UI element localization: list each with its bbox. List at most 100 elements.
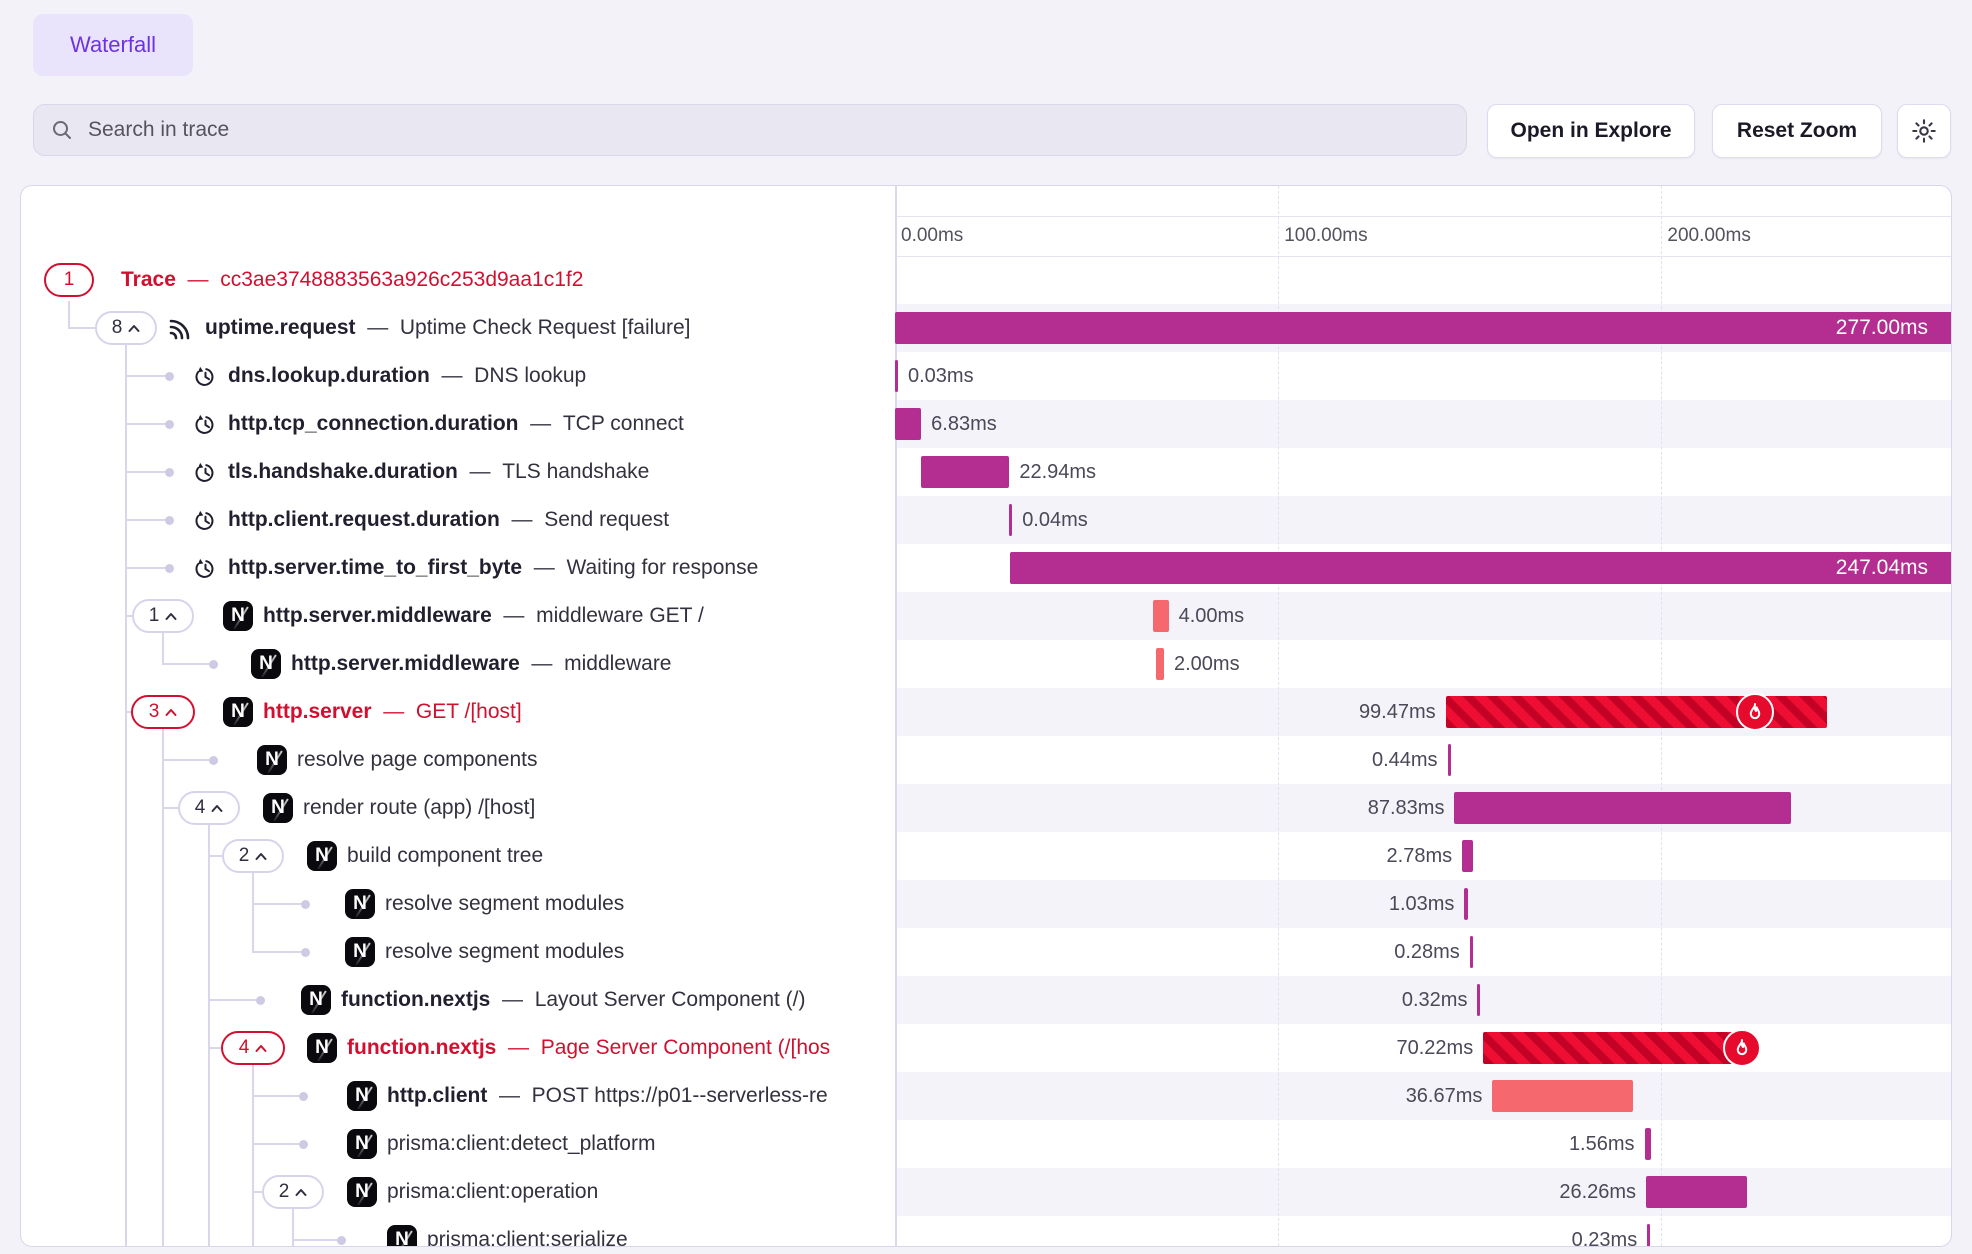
span-duration-bar[interactable] — [1477, 984, 1480, 1016]
duration-label: 26.26ms — [1559, 1168, 1636, 1216]
tree-connector — [162, 759, 209, 761]
span-duration-bar[interactable] — [1464, 888, 1468, 920]
span-op-name: uptime.request — [205, 316, 356, 339]
span-row-label[interactable]: dns.lookup.duration — DNS lookup — [228, 352, 895, 400]
tree-bullet-icon — [301, 900, 310, 909]
span-count-badge[interactable]: 4 — [178, 791, 240, 825]
span-row-label[interactable]: tls.handshake.duration — TLS handshake — [228, 448, 895, 496]
span-row-label[interactable]: function.nextjs — Page Server Component … — [347, 1024, 895, 1072]
nextjs-icon: N — [345, 937, 375, 967]
axis-band-line — [895, 256, 1951, 257]
span-row-label[interactable]: prisma:client:operation — [387, 1168, 895, 1216]
span-row-label[interactable]: resolve segment modules — [385, 928, 895, 976]
span-count-badge[interactable]: 8 — [95, 311, 157, 345]
span-duration-bar[interactable] — [1483, 1032, 1752, 1064]
duration-label: 0.03ms — [908, 352, 974, 400]
span-description: Layout Server Component (/) — [535, 988, 806, 1011]
separator-dash: — — [492, 604, 536, 627]
tree-bullet-icon — [209, 660, 218, 669]
separator-dash: — — [518, 412, 562, 435]
span-count-badge[interactable]: 3 — [131, 695, 195, 729]
nextjs-icon: N — [347, 1129, 377, 1159]
span-count-badge[interactable]: 2 — [262, 1175, 324, 1209]
duration-label: 0.04ms — [1022, 496, 1088, 544]
span-count-badge[interactable]: 4 — [221, 1031, 285, 1065]
span-duration-bar[interactable] — [1010, 552, 1952, 584]
chevron-up-icon — [211, 804, 223, 813]
search-input[interactable] — [86, 117, 1450, 143]
badge-count: 2 — [279, 1181, 290, 1203]
span-row-label[interactable]: http.server.middleware — middleware GET … — [263, 592, 895, 640]
span-row-label[interactable]: http.server.time_to_first_byte — Waiting… — [228, 544, 895, 592]
span-op-name: http.client — [387, 1084, 487, 1107]
separator-dash: — — [522, 556, 566, 579]
duration-label: 2.78ms — [1387, 832, 1453, 880]
tree-connector — [68, 301, 70, 328]
span-duration-bar[interactable] — [895, 360, 898, 392]
span-row-label[interactable]: resolve page components — [297, 736, 895, 784]
chevron-up-icon — [255, 852, 267, 861]
span-duration-bar[interactable] — [1470, 936, 1473, 968]
tree-bullet-icon — [301, 948, 310, 957]
duration-label: 0.23ms — [1572, 1216, 1638, 1247]
span-row-label[interactable]: render route (app) /[host] — [303, 784, 895, 832]
span-description: GET /[host] — [416, 700, 522, 723]
duration-label: 99.47ms — [1359, 688, 1436, 736]
span-row-label[interactable]: http.client — POST https://p01--serverle… — [387, 1072, 895, 1120]
badge-count: 4 — [239, 1037, 250, 1059]
span-row-label[interactable]: resolve segment modules — [385, 880, 895, 928]
chevron-up-icon — [165, 612, 177, 621]
span-duration-bar[interactable] — [1156, 648, 1164, 680]
span-description: middleware — [564, 652, 671, 675]
duration-label: 0.44ms — [1372, 736, 1438, 784]
duration-label: 0.32ms — [1402, 976, 1468, 1024]
span-duration-bar[interactable] — [1646, 1176, 1747, 1208]
span-duration-bar[interactable] — [1462, 840, 1473, 872]
span-count-badge[interactable]: 1 — [132, 599, 194, 633]
open-in-explore-button[interactable]: Open in Explore — [1487, 104, 1695, 158]
span-description: DNS lookup — [474, 364, 586, 387]
span-row-label[interactable]: http.server — GET /[host] — [263, 688, 895, 736]
tree-connector — [162, 633, 164, 664]
span-row-label[interactable]: function.nextjs — Layout Server Componen… — [341, 976, 895, 1024]
sentry-icon — [166, 314, 194, 342]
tree-bullet-icon — [337, 1236, 346, 1245]
span-duration-bar[interactable] — [1448, 744, 1451, 776]
span-row-label[interactable]: prisma:client:detect_platform — [387, 1120, 895, 1168]
trace-search[interactable] — [33, 104, 1467, 156]
span-row-label[interactable]: http.server.middleware — middleware — [291, 640, 895, 688]
span-duration-bar[interactable] — [1153, 600, 1168, 632]
tree-connector — [125, 345, 127, 1247]
span-duration-bar[interactable] — [921, 456, 1009, 488]
span-op-name: prisma:client:operation — [387, 1180, 598, 1203]
separator-dash: — — [176, 268, 220, 291]
settings-button[interactable] — [1897, 104, 1951, 158]
span-duration-bar[interactable] — [895, 408, 921, 440]
span-row-label[interactable]: prisma:client:serialize — [427, 1216, 895, 1247]
span-count-badge[interactable]: 2 — [222, 839, 284, 873]
span-row-label[interactable]: uptime.request — Uptime Check Request [f… — [205, 304, 895, 352]
span-row-label[interactable]: Trace — cc3ae3748883563a926c253d9aa1c1f2 — [121, 256, 895, 304]
span-duration-bar[interactable] — [1647, 1224, 1650, 1247]
span-description: TLS handshake — [502, 460, 649, 483]
span-duration-bar[interactable] — [1009, 504, 1012, 536]
span-row-label[interactable]: build component tree — [347, 832, 895, 880]
span-op-name: render route (app) /[host] — [303, 796, 535, 819]
tab-waterfall[interactable]: Waterfall — [33, 14, 193, 76]
span-duration-bar[interactable] — [1645, 1128, 1651, 1160]
span-duration-bar[interactable] — [1492, 1080, 1633, 1112]
tree-bullet-icon — [299, 1092, 308, 1101]
tree-connector — [68, 327, 95, 329]
nextjs-icon: N — [263, 793, 293, 823]
reset-zoom-button[interactable]: Reset Zoom — [1712, 104, 1882, 158]
span-row-label[interactable]: http.client.request.duration — Send requ… — [228, 496, 895, 544]
span-duration-bar[interactable] — [1454, 792, 1791, 824]
tree-connector — [292, 1209, 294, 1247]
chevron-up-icon — [295, 1188, 307, 1197]
span-duration-bar[interactable] — [895, 312, 1952, 344]
tree-connector — [252, 1191, 262, 1193]
separator-dash: — — [496, 1036, 540, 1059]
span-op-name: resolve segment modules — [385, 940, 624, 963]
span-count-badge[interactable]: 1 — [44, 263, 94, 297]
span-row-label[interactable]: http.tcp_connection.duration — TCP conne… — [228, 400, 895, 448]
